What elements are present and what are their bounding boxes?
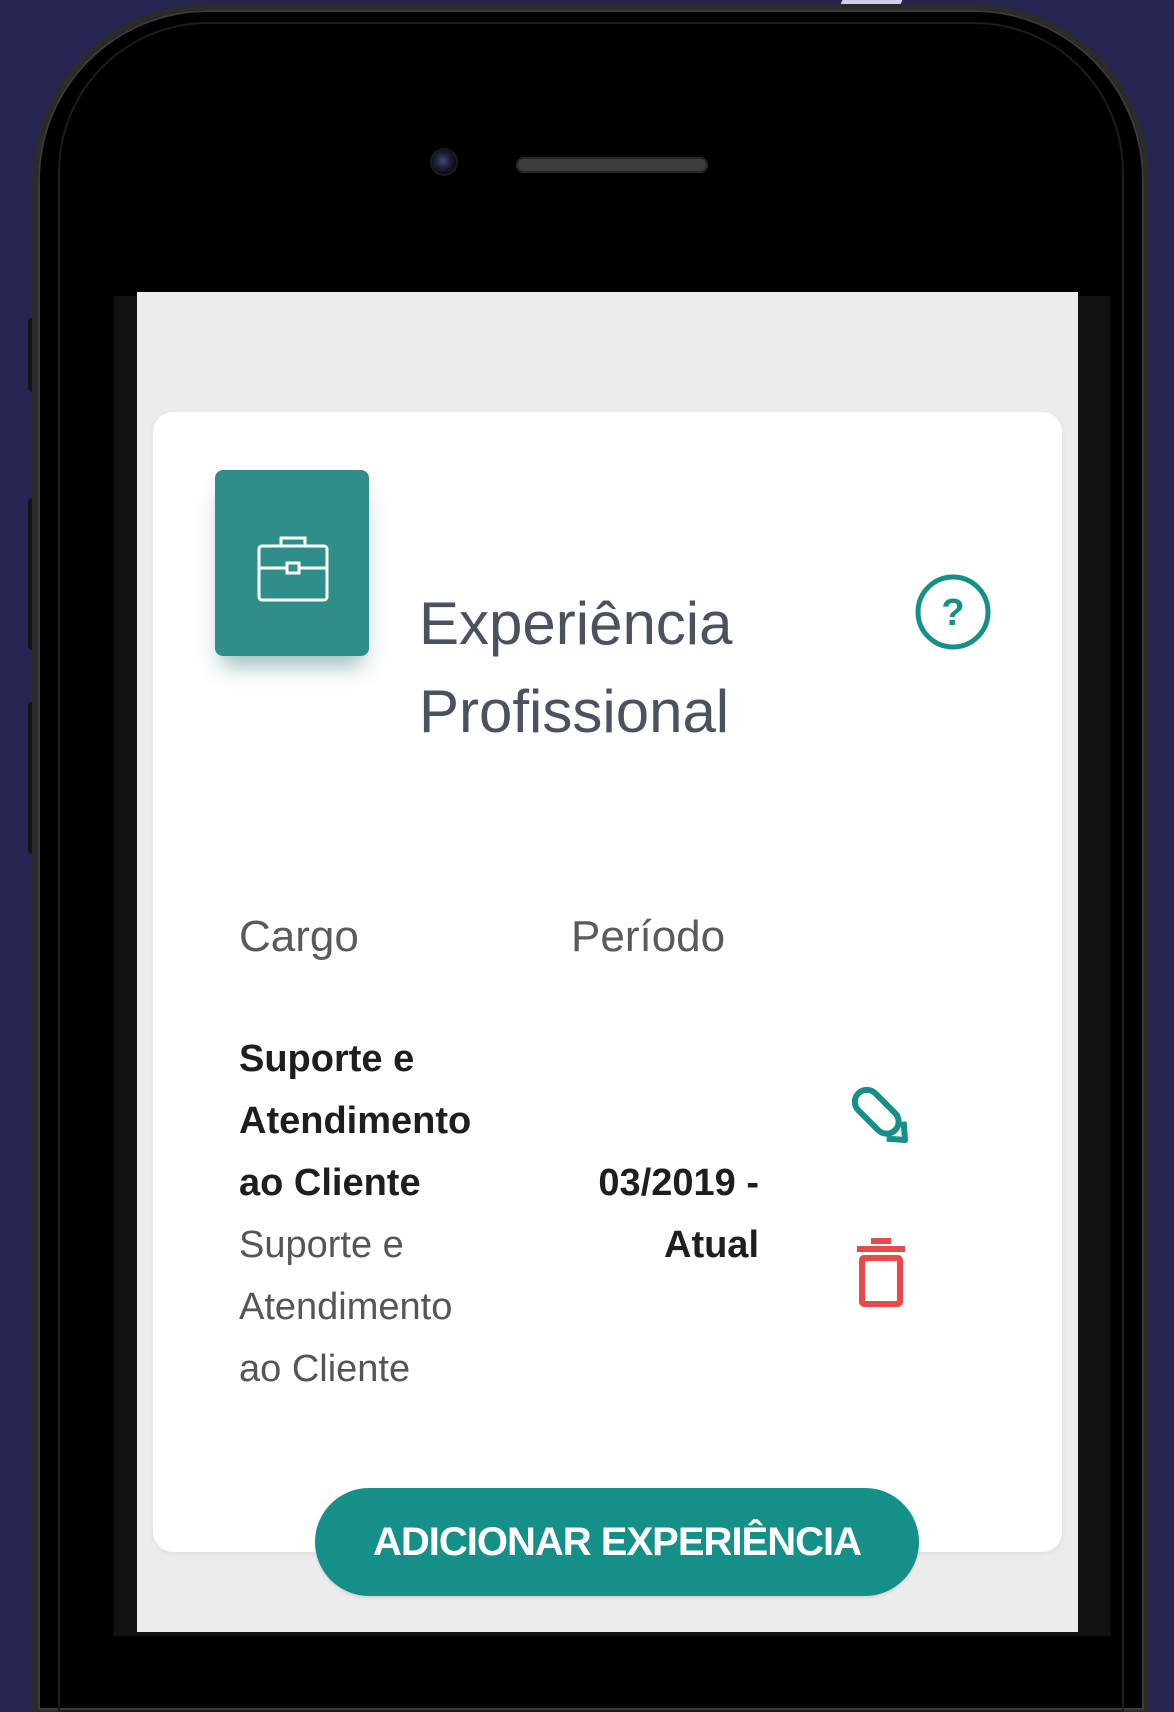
experience-card: Experiência Profissional ? Cargo Período… bbox=[153, 412, 1062, 1596]
front-camera bbox=[432, 150, 456, 174]
card-title: Experiência Profissional bbox=[419, 590, 733, 745]
column-header-periodo: Período bbox=[571, 912, 726, 961]
briefcase-icon bbox=[257, 536, 329, 602]
phone-speaker bbox=[516, 157, 708, 173]
help-icon[interactable]: ? bbox=[913, 572, 993, 652]
column-header-cargo: Cargo bbox=[239, 912, 359, 961]
job-company: Suporte e Atendimento ao Cliente bbox=[239, 1224, 453, 1390]
phone-screen: Experiência Profissional ? Cargo Período… bbox=[137, 292, 1078, 1632]
card-icon-badge bbox=[215, 470, 369, 656]
svg-text:?: ? bbox=[941, 592, 964, 634]
job-title: Suporte e Atendimento ao Cliente bbox=[239, 1038, 472, 1204]
add-experience-button[interactable]: ADICIONAR EXPERIÊNCIA bbox=[315, 1488, 919, 1596]
pencil-icon[interactable] bbox=[845, 1080, 917, 1152]
job-period: 03/2019 - Atual bbox=[598, 1162, 759, 1266]
trash-icon[interactable] bbox=[853, 1236, 909, 1308]
